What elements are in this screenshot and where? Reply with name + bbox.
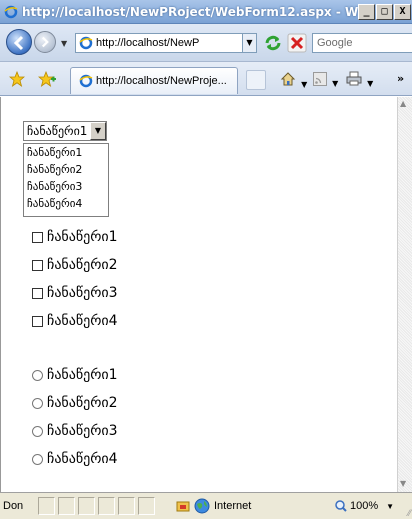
checkbox-label[interactable]: ჩანაწერი4	[47, 313, 118, 329]
zoom-control[interactable]: 100% ▼	[335, 497, 394, 515]
list-item[interactable]: ჩანაწერი1	[24, 144, 108, 161]
home-button[interactable]: ▼	[280, 71, 307, 91]
status-bar: Don Internet 100% ▼ ⁄⁄	[0, 492, 412, 519]
zone-label: Internet	[214, 500, 252, 512]
back-arrow-icon	[13, 35, 24, 51]
status-pane	[138, 497, 155, 515]
home-dropdown-icon[interactable]: ▼	[301, 80, 307, 89]
radio-button[interactable]	[32, 369, 43, 381]
checkbox[interactable]	[32, 259, 43, 271]
refresh-icon[interactable]	[263, 33, 283, 53]
tab-row: http://localhost/NewProje... ▼ ▼ ▼ »	[0, 62, 412, 96]
print-button[interactable]: ▼	[346, 71, 373, 90]
page-ie-icon	[79, 36, 93, 50]
chevron-down-icon[interactable]: ▼	[90, 122, 106, 140]
list-item[interactable]: ჩანაწერი3	[24, 178, 108, 195]
checkbox-item[interactable]: ჩანაწერი1	[32, 226, 118, 248]
list-item[interactable]: ჩანაწერი2	[24, 161, 108, 178]
security-zone[interactable]: Internet	[176, 497, 251, 515]
status-pane	[38, 497, 55, 515]
status-pane	[118, 497, 135, 515]
checkbox[interactable]	[32, 287, 43, 299]
vertical-scrollbar[interactable]: ▲ ▼	[397, 97, 412, 492]
scroll-up-icon[interactable]: ▲	[400, 99, 406, 108]
zoom-level: 100%	[350, 500, 379, 512]
status-text: Don	[3, 500, 24, 512]
scroll-down-icon[interactable]: ▼	[400, 479, 406, 488]
page-viewport: ჩანაწერი1 ჩანაწერი2 ჩანაწერი3 ჩანაწერი4 …	[0, 97, 397, 492]
radio-label[interactable]: ჩანაწერი4	[47, 451, 118, 467]
radio-button[interactable]	[32, 425, 43, 437]
radio-item[interactable]: ჩანაწერი2	[32, 392, 118, 414]
address-dropdown-button[interactable]: ▼	[242, 34, 256, 52]
back-button[interactable]	[6, 29, 32, 55]
radio-label[interactable]: ჩანაწერი2	[47, 395, 118, 411]
window-titlebar[interactable]: http://localhost/NewPRoject/WebForm12.as…	[0, 0, 412, 24]
history-dropdown-icon[interactable]: ▼	[61, 39, 67, 48]
new-tab-button[interactable]	[246, 70, 266, 90]
tab-label: http://localhost/NewProje...	[96, 75, 227, 87]
checkbox-item[interactable]: ჩანაწერი4	[32, 310, 118, 332]
radio-item[interactable]: ჩანაწერი3	[32, 420, 118, 442]
navigation-bar: ▼ http://localhost/NewP ▼ Google	[0, 24, 412, 62]
globe-icon	[194, 498, 210, 514]
checkbox-label[interactable]: ჩანაწერი2	[47, 257, 118, 273]
address-bar[interactable]: http://localhost/NewP ▼	[75, 33, 257, 53]
status-pane	[98, 497, 115, 515]
checkbox-label[interactable]: ჩანაწერი3	[47, 285, 118, 301]
search-input[interactable]: Google	[312, 33, 412, 53]
toolbar-overflow-button[interactable]: »	[397, 72, 404, 85]
stop-icon[interactable]	[287, 33, 307, 53]
radio-item[interactable]: ჩანაწერი1	[32, 364, 118, 386]
checkbox[interactable]	[32, 315, 43, 327]
checkbox[interactable]	[32, 231, 43, 243]
minimize-button[interactable]: _	[358, 3, 375, 20]
list-item[interactable]: ჩანაწერი4	[24, 195, 108, 212]
maximize-button[interactable]: □	[376, 3, 393, 20]
window-title: http://localhost/NewPRoject/WebForm12.as…	[22, 4, 358, 19]
status-pane	[58, 497, 75, 515]
radio-item[interactable]: ჩანაწერი4	[32, 448, 118, 470]
tab-active[interactable]: http://localhost/NewProje...	[70, 67, 238, 94]
printer-icon	[346, 71, 362, 86]
checkbox-item[interactable]: ჩანაწერი2	[32, 254, 118, 276]
radio-label[interactable]: ჩანაწერი1	[47, 367, 118, 383]
feeds-button[interactable]: ▼	[313, 71, 338, 90]
tab-ie-icon	[79, 74, 93, 88]
radio-button[interactable]	[32, 453, 43, 465]
favorites-star-icon[interactable]	[9, 71, 25, 87]
status-pane	[78, 497, 95, 515]
forward-button[interactable]	[34, 31, 56, 53]
protected-mode-icon	[176, 501, 190, 512]
home-icon	[280, 72, 296, 86]
feed-icon	[313, 72, 327, 86]
ie-logo-icon	[4, 5, 18, 18]
radio-button[interactable]	[32, 397, 43, 409]
dropdown-list[interactable]: ჩანაწერი1 ▼	[23, 121, 107, 141]
forward-arrow-icon	[41, 36, 49, 48]
dropdown-selected-value: ჩანაწერი1	[27, 124, 88, 138]
close-button[interactable]: X	[394, 3, 411, 20]
resize-grip-icon[interactable]: ⁄⁄	[408, 508, 411, 518]
zoom-dropdown-icon[interactable]: ▼	[386, 502, 394, 511]
radio-label[interactable]: ჩანაწერი3	[47, 423, 118, 439]
print-dropdown-icon[interactable]: ▼	[367, 79, 373, 88]
checkbox-label[interactable]: ჩანაწერი1	[47, 229, 118, 245]
listbox[interactable]: ჩანაწერი1 ჩანაწერი2 ჩანაწერი3 ჩანაწერი4	[23, 143, 109, 217]
feeds-dropdown-icon[interactable]: ▼	[332, 79, 338, 88]
checkbox-item[interactable]: ჩანაწერი3	[32, 282, 118, 304]
zoom-icon	[335, 500, 347, 512]
add-favorite-icon[interactable]	[38, 71, 56, 87]
address-input[interactable]: http://localhost/NewP	[96, 37, 242, 49]
